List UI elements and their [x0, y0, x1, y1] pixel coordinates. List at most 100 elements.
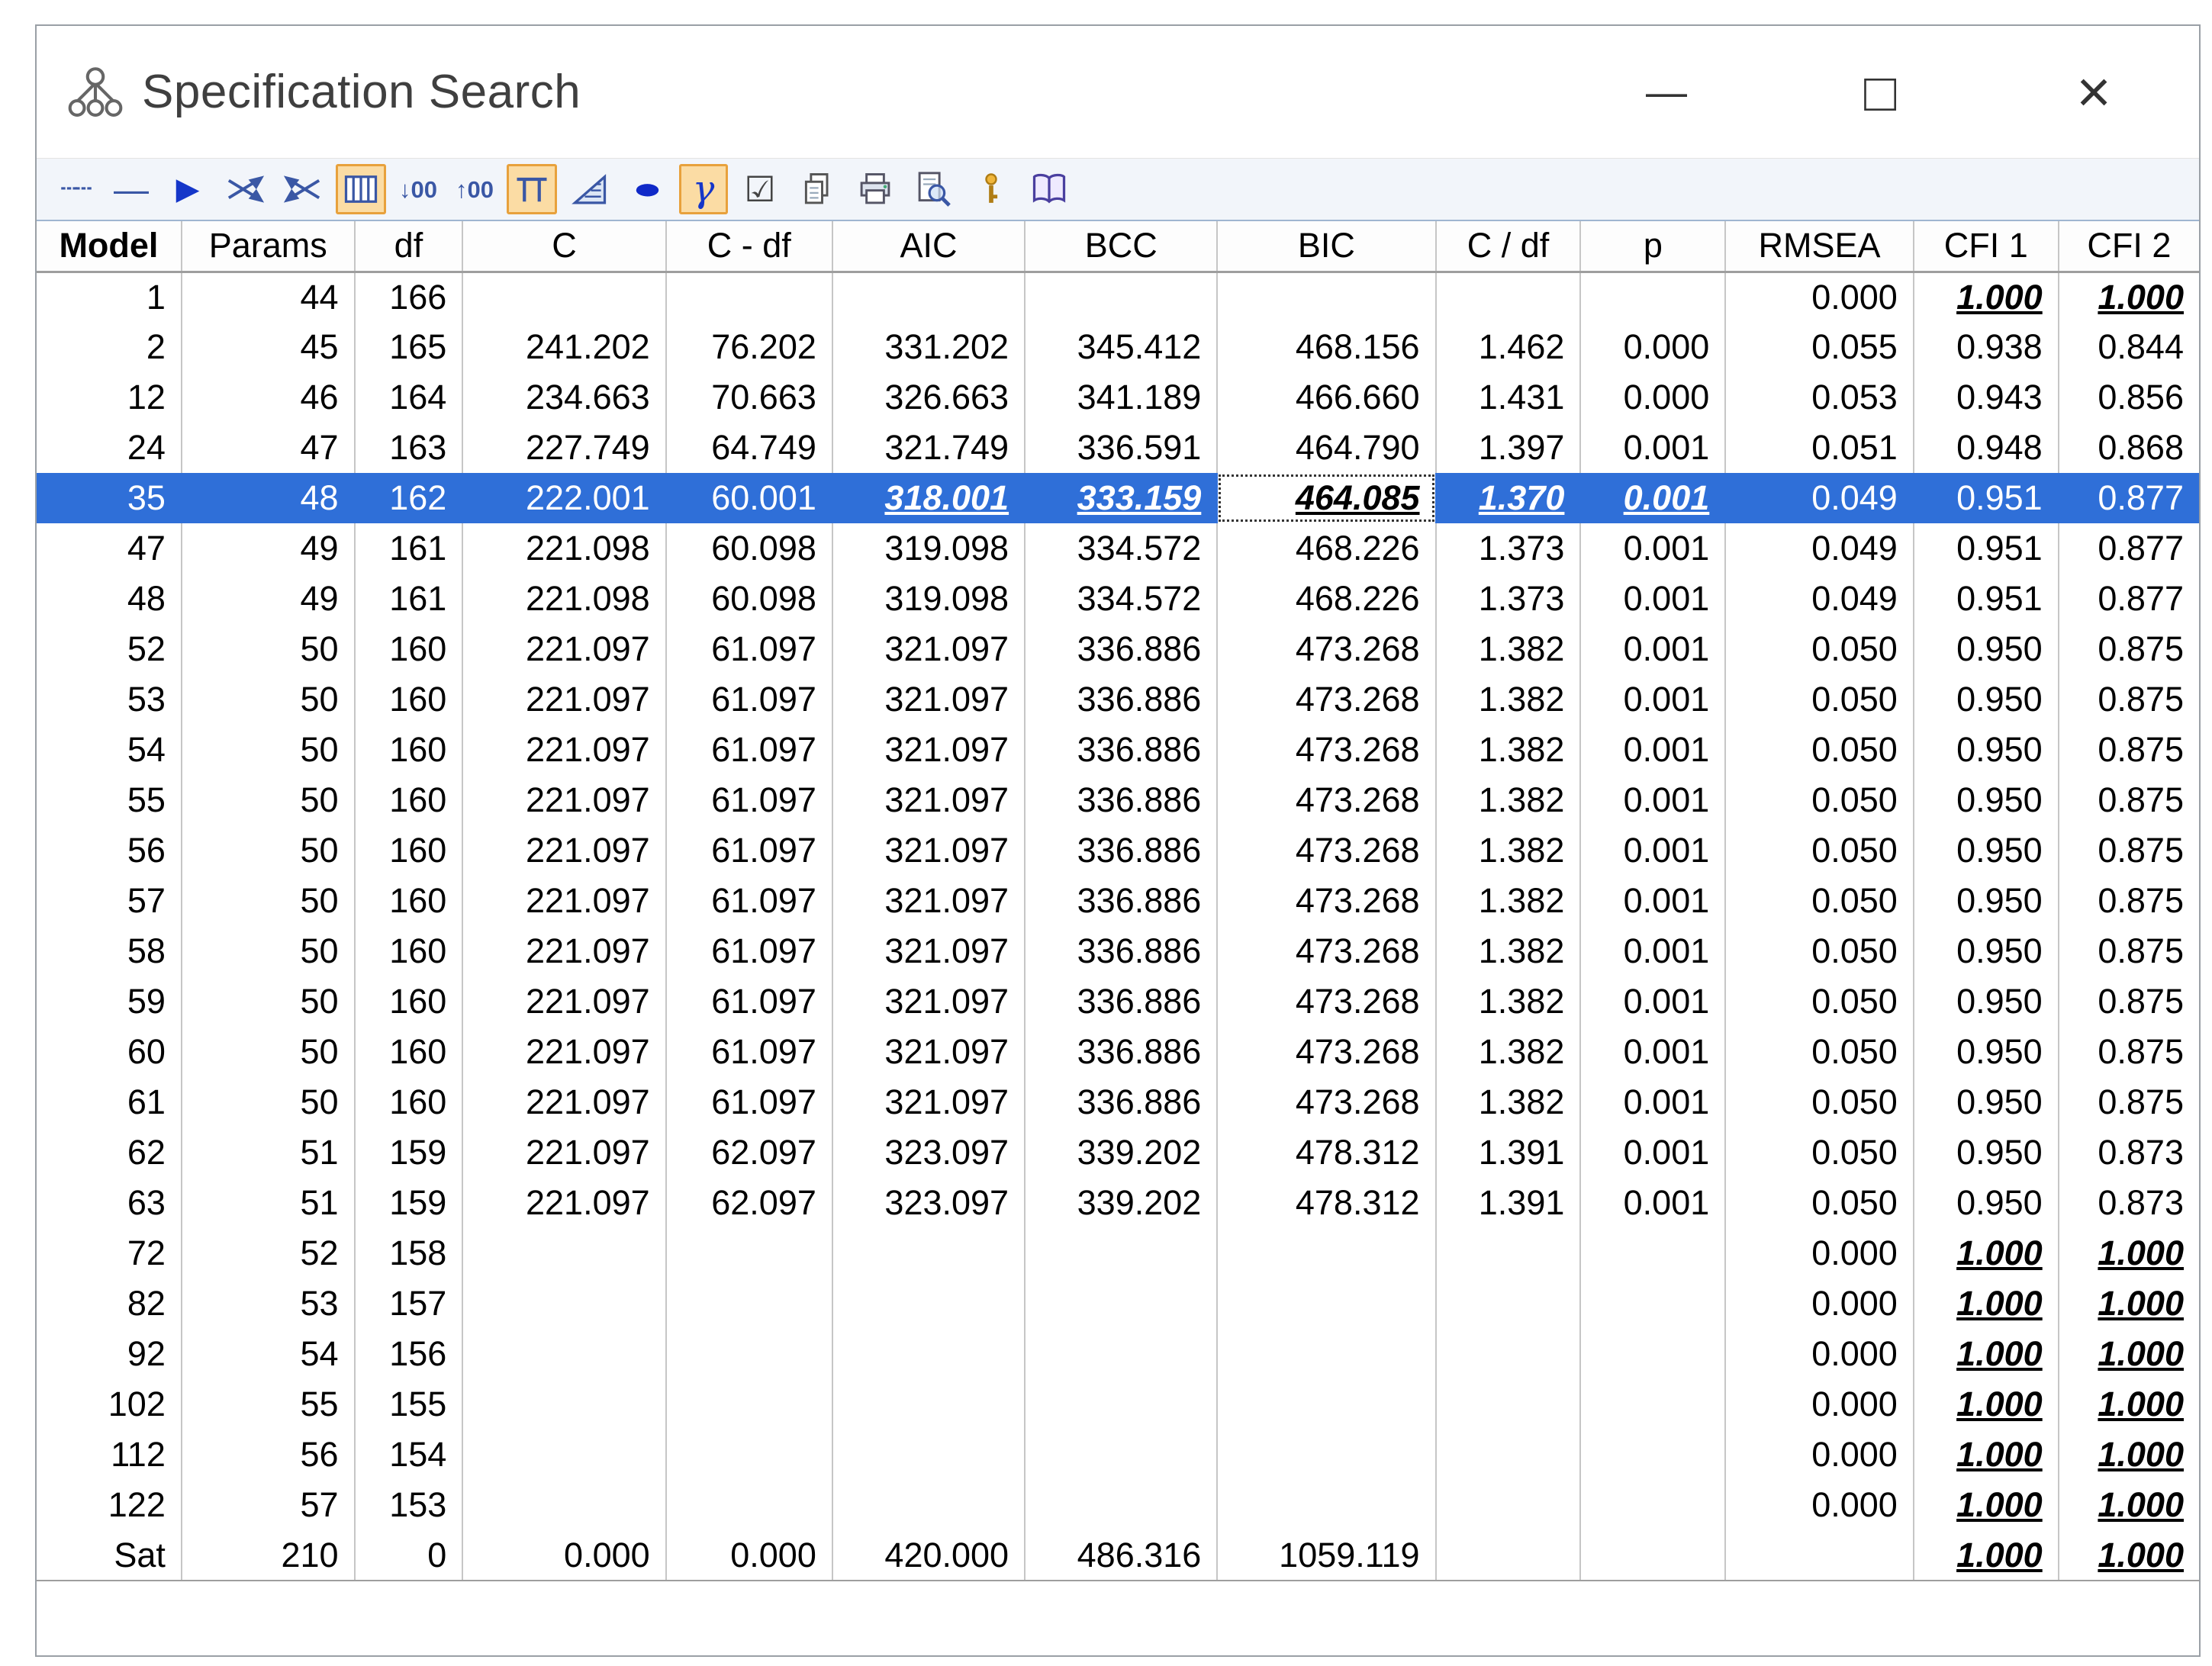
cell-df: 160 — [353, 876, 463, 926]
minimize-button[interactable]: — — [1621, 50, 1712, 134]
cell-bic: 473.268 — [1216, 674, 1436, 725]
table-row[interactable]: 60 50 160 221.097 61.097 321.097 336.886 473.26… — [37, 1027, 2199, 1077]
table-row[interactable]: 59 50 160 221.097 61.097 321.097 336.886 473.26… — [37, 976, 2199, 1027]
swap-arrows-icon[interactable] — [220, 164, 270, 214]
cell-bcc: 336.886 — [1024, 1027, 1218, 1077]
decrease-decimal-icon[interactable]: ↓00 — [394, 164, 443, 214]
column-header-df[interactable]: df — [353, 221, 463, 273]
table-row[interactable]: 72 52 158 0.000 1.000 1.000 — [37, 1228, 2199, 1278]
cell-bic: 473.268 — [1216, 1027, 1436, 1077]
cell-cfi1: 1.000 — [1912, 1329, 2059, 1379]
cell-model: 2 — [146, 327, 166, 366]
close-button[interactable]: × — [2048, 50, 2140, 134]
table-row[interactable]: 62 51 159 221.097 62.097 323.097 339.202 478.31… — [37, 1127, 2199, 1178]
table-row[interactable]: 2 45 165 241.202 76.202 331.202 345.412 468.156… — [37, 322, 2199, 372]
cell-bic: 473.268 — [1216, 725, 1436, 775]
column-header-rmsea[interactable]: RMSEA — [1724, 221, 1914, 273]
table-row[interactable]: 58 50 160 221.097 61.097 321.097 336.886 473.26… — [37, 926, 2199, 976]
cell-cdf: 61.097 — [665, 876, 832, 926]
column-header-p[interactable]: p — [1579, 221, 1726, 273]
table-row[interactable]: 35 48 162 222.001 60.001 318.001 333.159 464.08… — [37, 473, 2199, 523]
cell-bcc: 336.886 — [1024, 775, 1218, 825]
cell-cfi2: 0.873 — [2057, 1127, 2199, 1178]
cell-model: 59 — [127, 982, 166, 1021]
cell-cdf — [665, 1430, 832, 1480]
cell-cfi1: 1.000 — [1912, 1278, 2059, 1329]
cell-bcc — [1024, 1228, 1218, 1278]
table-row[interactable]: 82 53 157 0.000 1.000 1.000 — [37, 1278, 2199, 1329]
cell-params: 50 — [180, 926, 355, 976]
column-header-aic[interactable]: AIC — [831, 221, 1026, 273]
scatterplot-icon[interactable] — [565, 164, 615, 214]
cell-coverdf: 1.382 — [1434, 976, 1581, 1027]
required-arrow-icon[interactable]: — — [107, 164, 156, 214]
increase-decimal-icon[interactable]: ↑00 — [450, 164, 499, 214]
column-header-cfi2[interactable]: CFI 2 — [2057, 221, 2199, 273]
print-icon[interactable] — [850, 164, 900, 214]
table-row[interactable]: 24 47 163 227.749 64.749 321.749 336.591 464.79… — [37, 423, 2199, 473]
ellipse-icon[interactable]: ● — [623, 164, 671, 214]
column-header-c[interactable]: C — [462, 221, 666, 273]
swap-arrows-alt-icon[interactable] — [278, 164, 328, 214]
cell-rmsea: 0.000 — [1724, 1379, 1914, 1430]
table-row[interactable]: 92 54 156 0.000 1.000 1.000 — [37, 1329, 2199, 1379]
table-row[interactable]: 122 57 153 0.000 1.000 1.000 — [37, 1480, 2199, 1530]
cell-cfi2: 0.875 — [2057, 976, 2199, 1027]
cell-cfi1: 0.950 — [1912, 674, 2059, 725]
cell-bcc: 336.886 — [1024, 1077, 1218, 1127]
column-header-cfi1[interactable]: CFI 1 — [1912, 221, 2059, 273]
cell-bcc — [1024, 1430, 1218, 1480]
cell-params: 49 — [180, 574, 355, 624]
table-row[interactable]: 54 50 160 221.097 61.097 321.097 336.886 473.26… — [37, 725, 2199, 775]
maximize-button[interactable]: □ — [1834, 50, 1926, 134]
table-row[interactable]: 55 50 160 221.097 61.097 321.097 336.886 473.26… — [37, 775, 2199, 825]
table-row[interactable]: 56 50 160 221.097 61.097 321.097 336.886 473.26… — [37, 825, 2199, 876]
cell-c: 221.097 — [462, 624, 666, 674]
column-header-model[interactable]: Model — [37, 221, 182, 273]
show-summary-icon[interactable] — [336, 164, 386, 214]
cell-bcc: 336.886 — [1024, 976, 1218, 1027]
cell-cfi1: 0.950 — [1912, 1178, 2059, 1228]
cell-params: 49 — [180, 523, 355, 574]
cell-p: 0.001 — [1579, 423, 1726, 473]
column-header-bcc[interactable]: BCC — [1024, 221, 1218, 273]
optional-arrow-icon[interactable]: ┄┄ — [50, 164, 99, 214]
table-row[interactable]: 52 50 160 221.097 61.097 321.097 336.886 473.26… — [37, 624, 2199, 674]
column-header-cdf[interactable]: C - df — [665, 221, 832, 273]
table-row[interactable]: 112 56 154 0.000 1.000 1.000 — [37, 1430, 2199, 1480]
table-row[interactable]: 57 50 160 221.097 61.097 321.097 336.886 473.26… — [37, 876, 2199, 926]
short-list-icon[interactable] — [507, 164, 557, 214]
help-book-icon[interactable] — [1024, 164, 1074, 214]
cell-c: 221.097 — [462, 1127, 666, 1178]
print-preview-icon[interactable] — [908, 164, 958, 214]
table-row[interactable]: 102 55 155 0.000 1.000 1.000 — [37, 1379, 2199, 1430]
table-row[interactable]: 1 44 166 0.000 1.000 1.000 — [37, 272, 2199, 322]
table-row[interactable]: 61 50 160 221.097 61.097 321.097 336.886 473.26… — [37, 1077, 2199, 1127]
table-row[interactable]: 47 49 161 221.098 60.098 319.098 334.572 468.22… — [37, 523, 2199, 574]
cell-cfi2: 0.868 — [2057, 423, 2199, 473]
info-icon[interactable] — [966, 164, 1016, 214]
cell-params: 57 — [180, 1480, 355, 1530]
column-header-params[interactable]: Params — [180, 221, 355, 273]
table-row[interactable]: 48 49 161 221.098 60.098 319.098 334.572 468.22… — [37, 574, 2199, 624]
cell-model: 57 — [127, 881, 166, 920]
perform-search-icon[interactable]: ▶ — [163, 164, 212, 214]
table-row[interactable]: 12 46 164 234.663 70.663 326.663 341.189 466.66… — [37, 372, 2199, 423]
cell-cfi2: 0.875 — [2057, 674, 2199, 725]
table-row[interactable]: 53 50 160 221.097 61.097 321.097 336.886 473.26… — [37, 674, 2199, 725]
cell-df: 158 — [353, 1228, 463, 1278]
copy-icon[interactable] — [792, 164, 842, 214]
ellipse-icon-glyph: ● — [631, 173, 663, 205]
cell-params: 50 — [180, 775, 355, 825]
options-checkbox-icon[interactable]: ☑ — [736, 164, 784, 214]
cell-p — [1579, 1329, 1726, 1379]
gamma-icon[interactable]: γ — [679, 164, 728, 214]
table-row[interactable]: 63 51 159 221.097 62.097 323.097 339.202 478.31… — [37, 1178, 2199, 1228]
cell-cdf: 64.749 — [665, 423, 832, 473]
cell-c: 221.097 — [462, 1178, 666, 1228]
column-header-bic[interactable]: BIC — [1216, 221, 1436, 273]
table-row[interactable]: Sat 210 0 0.000 0.000 420.000 486.316 1059.119 1… — [37, 1530, 2199, 1581]
cell-bcc: 336.886 — [1024, 674, 1218, 725]
cell-params: 50 — [180, 876, 355, 926]
column-header-coverdf[interactable]: C / df — [1434, 221, 1581, 273]
